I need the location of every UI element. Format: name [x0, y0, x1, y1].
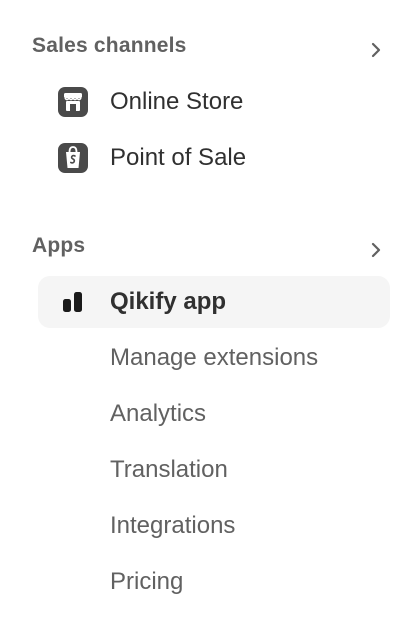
qikify-logo-icon: [56, 285, 90, 319]
sidebar-subitem-label: Analytics: [110, 400, 207, 427]
sidebar-subitem-analytics[interactable]: Analytics: [38, 390, 390, 438]
sales-channels-title: Sales channels: [32, 34, 187, 57]
apps-title: Apps: [32, 234, 86, 257]
sidebar-subitem-label: Translation: [110, 456, 228, 483]
sidebar-subitem-pricing[interactable]: Pricing: [38, 558, 390, 606]
apps-header[interactable]: Apps: [32, 226, 386, 266]
sidebar-item-point-of-sale[interactable]: Point of Sale: [38, 132, 390, 184]
sales-channels-header[interactable]: Sales channels: [32, 26, 386, 66]
sidebar-subitem-translation[interactable]: Translation: [38, 446, 390, 494]
sidebar-subitem-manage-extensions[interactable]: Manage extensions: [38, 334, 390, 382]
sidebar-item-label: Qikify app: [110, 288, 227, 315]
sidebar-subitem-integrations[interactable]: Integrations: [38, 502, 390, 550]
sidebar-item-label: Online Store: [110, 88, 244, 115]
sidebar-subitem-label: Integrations: [110, 512, 236, 539]
chevron-right-icon[interactable]: [366, 240, 386, 260]
sidebar-nav: Sales channels Online Store Point of Sal…: [0, 0, 420, 632]
sidebar-item-qikify-app[interactable]: Qikify app: [38, 276, 390, 328]
chevron-right-icon[interactable]: [366, 40, 386, 60]
sidebar-subitem-label: Pricing: [110, 568, 184, 595]
shopping-bag-icon: [56, 141, 90, 175]
storefront-icon: [56, 85, 90, 119]
sidebar-subitem-label: Manage extensions: [110, 344, 319, 371]
sidebar-item-online-store[interactable]: Online Store: [38, 76, 390, 128]
sidebar-item-label: Point of Sale: [110, 144, 247, 171]
